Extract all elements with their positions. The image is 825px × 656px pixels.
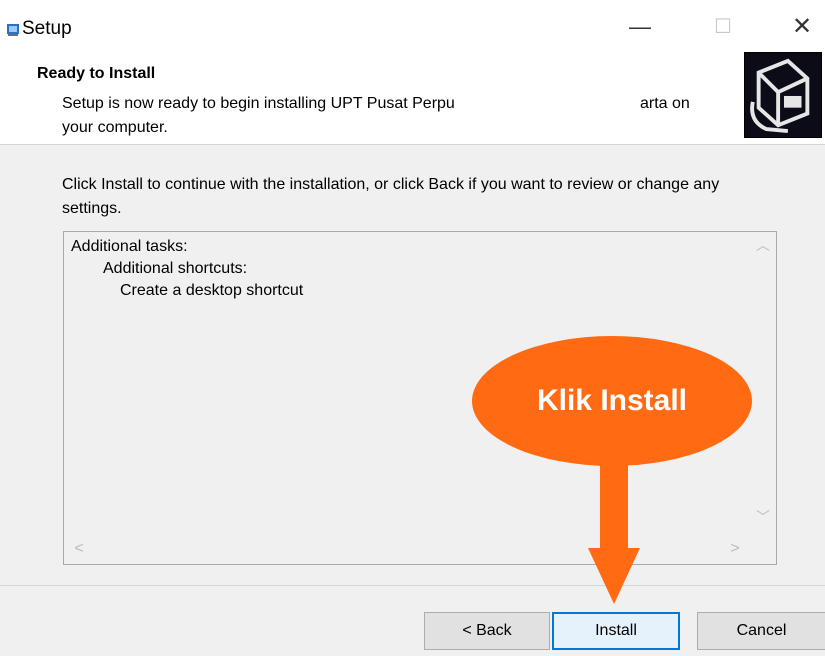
install-button[interactable]: Install [552,612,680,650]
instruction-text: Click Install to continue with the insta… [62,176,720,217]
down-arrow-icon [588,548,640,604]
scroll-up-arrow-icon[interactable]: ︿ [752,234,774,256]
maximize-button[interactable]: ☐ [703,12,743,42]
scroll-right-arrow-icon[interactable]: > [724,538,746,560]
minimize-button[interactable]: — [620,12,660,42]
wizard-header: Ready to Install Setup is now ready to b… [0,46,825,144]
callout-arrow-shaft [600,460,628,550]
scroll-down-arrow-icon[interactable]: ﹀ [752,506,774,528]
install-callout: Klik Install [472,336,752,466]
memo-line-additional-shortcuts: Additional shortcuts: [103,260,248,277]
title-bar: Setup — ☐ ✕ [0,0,825,46]
cancel-button[interactable]: Cancel [697,612,825,650]
back-button[interactable]: < Back [424,612,550,650]
scroll-left-arrow-icon[interactable]: < [68,538,90,560]
computer-install-icon [744,52,822,138]
subtitle-redaction [512,92,640,116]
callout-text: Klik Install [536,384,688,417]
page-subtitle-tail: arta on [640,95,690,112]
memo-line-additional-tasks: Additional tasks: [71,238,188,255]
page-subtitle-line1: Setup is now ready to begin installing U… [62,95,455,112]
page-title: Ready to Install [37,65,156,82]
wizard-footer: < Back Install Cancel [0,586,825,656]
page-subtitle-line2: your computer. [62,119,168,136]
setup-app-icon [7,24,19,36]
close-button[interactable]: ✕ [782,12,822,42]
window-title: Setup [22,18,72,39]
memo-line-desktop-shortcut: Create a desktop shortcut [120,282,304,299]
